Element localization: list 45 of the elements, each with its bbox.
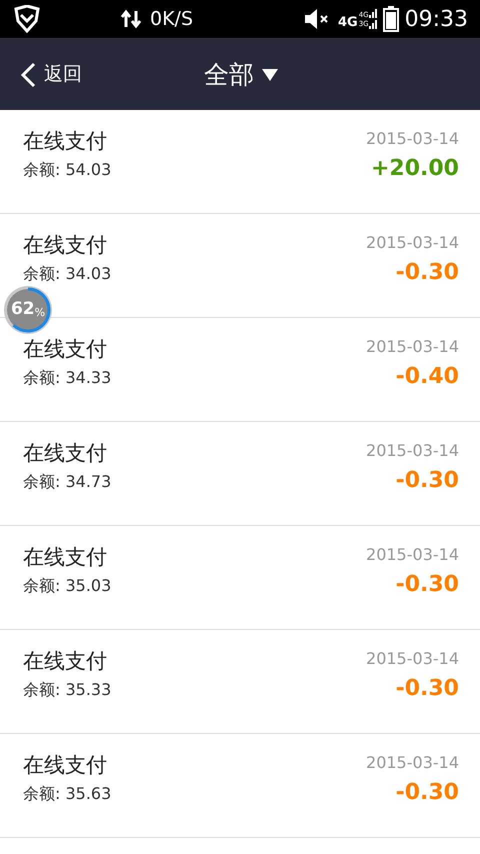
amount-text: -0.30 bbox=[396, 571, 459, 599]
amount-text: -0.30 bbox=[396, 259, 459, 287]
balance-text: 余额: 34.33 bbox=[23, 367, 112, 389]
balance-text: 余额: 54.03 bbox=[23, 159, 112, 181]
amount-text: -0.30 bbox=[396, 467, 459, 495]
transaction-row[interactable]: 在线支付 余额: 54.03 2015-03-14 +20.00 bbox=[0, 110, 480, 214]
date-text: 2015-03-14 bbox=[366, 648, 459, 670]
percent-sign: % bbox=[34, 304, 46, 321]
transaction-row[interactable]: 在线支付 余额: 34.73 2015-03-14 -0.30 bbox=[0, 422, 480, 526]
transaction-title: 在线支付 bbox=[23, 336, 108, 363]
balance-text: 余额: 35.63 bbox=[23, 783, 112, 805]
amount-text: -0.30 bbox=[396, 779, 459, 807]
date-text: 2015-03-14 bbox=[366, 752, 459, 774]
transaction-row[interactable]: 在线支付 余额: 35.33 2015-03-14 -0.30 bbox=[0, 630, 480, 734]
date-text: 2015-03-14 bbox=[366, 544, 459, 566]
transaction-title: 在线支付 bbox=[23, 440, 108, 467]
transaction-title: 在线支付 bbox=[23, 752, 108, 779]
date-text: 2015-03-14 bbox=[366, 440, 459, 462]
balance-text: 余额: 34.03 bbox=[23, 263, 112, 285]
battery-icon bbox=[382, 6, 399, 32]
transaction-row[interactable]: 在线支付 余额: 35.63 2015-03-14 -0.30 bbox=[0, 734, 480, 838]
amount-text: -0.30 bbox=[396, 675, 459, 703]
shield-icon bbox=[12, 5, 42, 33]
amount-text: +20.00 bbox=[370, 155, 459, 183]
date-text: 2015-03-14 bbox=[366, 232, 459, 254]
network-speed: 0K/S bbox=[150, 6, 194, 32]
dropdown-arrow-icon bbox=[262, 68, 278, 80]
amount-text: -0.40 bbox=[396, 363, 459, 391]
transaction-row[interactable]: 在线支付 余额: 35.03 2015-03-14 -0.30 bbox=[0, 526, 480, 630]
balance-text: 余额: 35.03 bbox=[23, 575, 112, 597]
back-icon bbox=[20, 62, 36, 88]
sync-arrows-icon bbox=[120, 9, 142, 29]
date-text: 2015-03-14 bbox=[366, 336, 459, 358]
balance-text: 余额: 34.73 bbox=[23, 471, 112, 493]
transaction-title: 在线支付 bbox=[23, 232, 108, 259]
date-text: 2015-03-14 bbox=[366, 128, 459, 150]
transaction-title: 在线支付 bbox=[23, 544, 108, 571]
transaction-title: 在线支付 bbox=[23, 648, 108, 675]
transaction-title: 在线支付 bbox=[23, 128, 108, 155]
clock: 09:33 bbox=[404, 6, 468, 34]
signal-icon bbox=[368, 9, 377, 29]
balance-text: 余额: 35.33 bbox=[23, 679, 112, 701]
back-button[interactable]: 返回 bbox=[20, 60, 82, 89]
filter-dropdown[interactable]: 全部 bbox=[204, 56, 278, 94]
network-type: 4G bbox=[338, 16, 358, 29]
